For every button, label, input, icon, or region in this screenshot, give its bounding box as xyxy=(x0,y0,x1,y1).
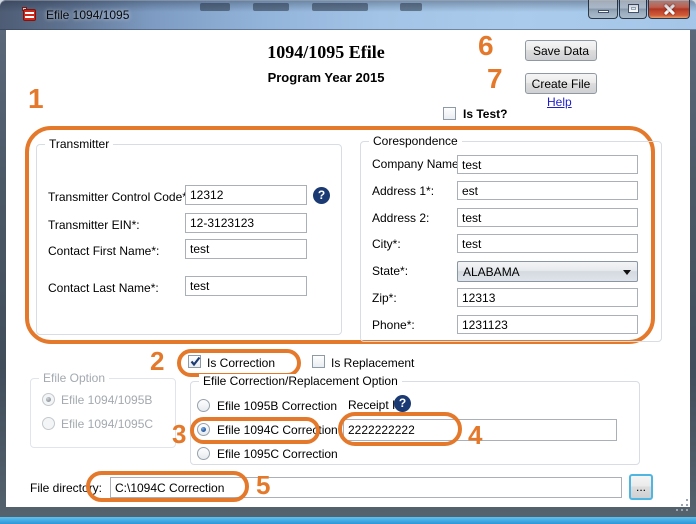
help-link[interactable]: Help xyxy=(547,95,572,109)
chevron-down-icon xyxy=(623,270,631,275)
is-replacement-checkbox[interactable] xyxy=(312,355,325,368)
efile-1094-1095c-label: Efile 1094/1095C xyxy=(61,417,154,431)
page-subtitle: Program Year 2015 xyxy=(267,70,385,85)
transmitter-control-code-label: Transmitter Control Code*: xyxy=(48,190,191,204)
annotation-number-6: 6 xyxy=(478,30,494,61)
background-window-artifact xyxy=(200,3,230,11)
file-directory-input[interactable] xyxy=(110,477,622,498)
transmitter-ein-label: Transmitter EIN*: xyxy=(48,218,140,232)
address1-label: Address 1*: xyxy=(372,184,435,198)
transmitter-ein-input[interactable] xyxy=(185,213,307,233)
efile-option-group-label: Efile Option xyxy=(39,371,110,385)
annotation-number-1: 1 xyxy=(28,83,44,114)
transmitter-group-label: Transmitter xyxy=(45,137,114,151)
efile-1094c-correction-label: Efile 1094C Correction xyxy=(217,423,338,437)
annotation-number-7: 7 xyxy=(487,63,503,94)
company-name-input[interactable] xyxy=(457,155,638,174)
zip-label: Zip*: xyxy=(372,291,397,305)
window-bottom-edge xyxy=(0,517,696,524)
efile-1094c-correction-radio[interactable] xyxy=(197,423,210,436)
help-icon[interactable]: ? xyxy=(394,395,411,412)
efile-option-group: Efile Option xyxy=(30,371,176,448)
check-icon xyxy=(190,356,201,367)
state-label: State*: xyxy=(372,264,409,278)
is-test-checkbox[interactable] xyxy=(443,107,456,120)
efile-1094-1095b-label: Efile 1094/1095B xyxy=(61,393,153,407)
annotation-number-4: 4 xyxy=(468,420,483,450)
annotation-number-2: 2 xyxy=(150,346,165,376)
company-name-label: Company Name*: xyxy=(372,157,467,171)
correspondence-group-label: Corespondence xyxy=(369,134,462,148)
annotation-number-3: 3 xyxy=(172,419,187,449)
resize-grip[interactable] xyxy=(676,499,678,501)
efile-1095b-correction-label: Efile 1095B Correction xyxy=(217,399,338,413)
city-input[interactable] xyxy=(457,234,638,253)
state-select[interactable]: ALABAMA xyxy=(457,261,638,282)
efile-1095b-correction-radio[interactable] xyxy=(197,399,210,412)
file-directory-label: File directory: xyxy=(30,481,103,495)
zip-input[interactable] xyxy=(457,288,638,307)
efile-1095c-correction-radio[interactable] xyxy=(197,447,210,460)
is-test-label: Is Test? xyxy=(463,107,508,121)
address2-label: Address 2: xyxy=(372,211,430,225)
city-label: City*: xyxy=(372,237,401,251)
contact-first-name-label: Contact First Name*: xyxy=(48,244,160,258)
background-window-artifact xyxy=(312,3,368,11)
save-data-button[interactable]: Save Data xyxy=(525,40,597,61)
phone-input[interactable] xyxy=(457,315,638,334)
app-icon xyxy=(22,7,38,23)
is-replacement-label: Is Replacement xyxy=(331,356,415,370)
contact-last-name-input[interactable] xyxy=(185,276,307,296)
background-window-artifact xyxy=(400,3,422,11)
browse-button[interactable]: ... xyxy=(629,474,653,500)
is-correction-label: Is Correction xyxy=(207,356,276,370)
maximize-icon xyxy=(628,4,639,13)
maximize-button[interactable] xyxy=(619,0,647,19)
close-button[interactable] xyxy=(648,0,690,19)
minimize-button[interactable] xyxy=(588,0,618,19)
window-title: Efile 1094/1095 xyxy=(46,8,130,22)
background-window-artifact xyxy=(253,3,289,11)
efile-1095c-correction-label: Efile 1095C Correction xyxy=(217,447,338,461)
contact-last-name-label: Contact Last Name*: xyxy=(48,281,159,295)
phone-label: Phone*: xyxy=(372,318,415,332)
correction-option-group-label: Efile Correction/Replacement Option xyxy=(199,374,402,388)
close-icon xyxy=(663,3,676,16)
address1-input[interactable] xyxy=(457,181,638,200)
title-bar[interactable]: Efile 1094/1095 xyxy=(0,0,696,30)
transmitter-control-code-input[interactable] xyxy=(185,185,307,205)
app-window: Efile 1094/1095 1094/1095 Efile Program … xyxy=(0,0,696,524)
address2-input[interactable] xyxy=(457,208,638,227)
annotation-number-5: 5 xyxy=(256,470,271,500)
page-title: 1094/1095 Efile xyxy=(267,42,385,62)
minimize-icon xyxy=(598,10,609,13)
state-selected-value: ALABAMA xyxy=(463,264,520,279)
contact-first-name-input[interactable] xyxy=(185,239,307,259)
create-file-button[interactable]: Create File xyxy=(525,73,597,94)
is-correction-checkbox[interactable] xyxy=(188,355,201,368)
efile-1094-1095b-radio[interactable] xyxy=(42,393,55,406)
help-icon[interactable]: ? xyxy=(313,187,330,204)
efile-1094-1095c-radio[interactable] xyxy=(42,417,55,430)
